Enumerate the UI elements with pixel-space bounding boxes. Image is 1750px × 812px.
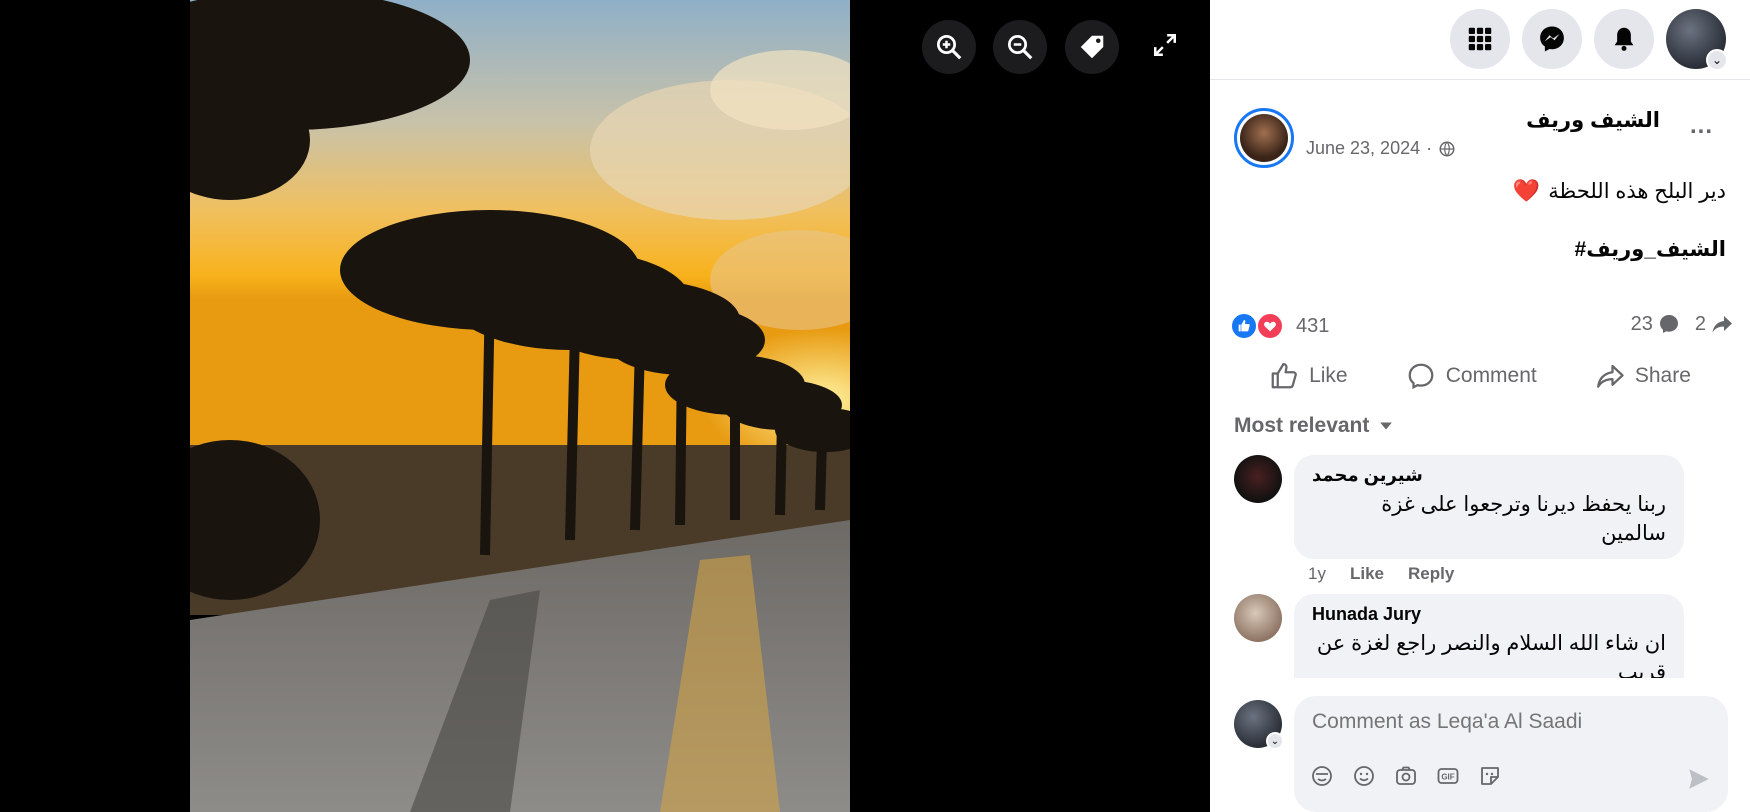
comment-bubble-icon [1659, 315, 1678, 333]
top-nav: ⌄ [1210, 0, 1750, 80]
zoom-in-icon [937, 35, 962, 60]
post-actions: Like Comment Share [1210, 355, 1750, 397]
tag-button[interactable] [1065, 20, 1119, 74]
engagement-counts: 23 2 [1631, 312, 1734, 336]
globe-icon [1439, 141, 1455, 156]
comment-bubble: شيرين محمد ربنا يحفظ ديرنا وترجعوا على غ… [1294, 455, 1684, 559]
comment-input[interactable] [1312, 710, 1692, 734]
camera-icon[interactable] [1394, 764, 1418, 788]
zoom-out-button[interactable] [993, 20, 1047, 74]
share-icon [1596, 364, 1624, 388]
current-user-avatar[interactable]: ⌄ [1234, 700, 1284, 750]
svg-text:GIF: GIF [1441, 773, 1454, 782]
fullscreen-button[interactable] [1148, 28, 1182, 62]
composer-tools: GIF [1310, 764, 1502, 788]
sticker-icon[interactable] [1478, 764, 1502, 788]
emoji-icon[interactable] [1352, 764, 1376, 788]
comment-time[interactable]: 1y [1308, 564, 1326, 584]
tag-icon [1080, 35, 1104, 59]
menu-button[interactable] [1450, 9, 1510, 69]
comment-box[interactable]: GIF [1294, 696, 1728, 812]
comment-text: ان شاء الله السلام والنصر راجع لغزة عن ق… [1316, 632, 1666, 678]
comment-count-link[interactable]: 23 [1631, 312, 1681, 336]
author-name[interactable]: الشيف وريف [1526, 108, 1660, 133]
like-label: Like [1309, 364, 1348, 387]
bell-icon [1614, 27, 1634, 51]
zoom-out-icon [1008, 35, 1033, 60]
avatar-sticker-icon[interactable] [1310, 764, 1334, 788]
comment-button[interactable]: Comment [1394, 355, 1549, 397]
share-count-link[interactable]: 2 [1695, 312, 1734, 336]
post-text-line: دير البلح هذه اللحظة [1548, 179, 1726, 203]
send-button[interactable] [1686, 766, 1712, 797]
share-button[interactable]: Share [1583, 355, 1703, 397]
messenger-icon [1540, 26, 1564, 52]
grid-icon [1468, 27, 1492, 51]
caret-down-icon [1380, 422, 1393, 430]
comment-reply-button[interactable]: Reply [1408, 564, 1454, 584]
comment-item: Hunada Jury ان شاء الله السلام والنصر را… [1234, 594, 1684, 678]
post-panel: ⌄ الشيف وريف ... June 23, 2024 · دير الب… [1210, 0, 1750, 812]
post-hashtag[interactable]: #الشيف_وريف [1575, 237, 1726, 262]
post-date[interactable]: June 23, 2024 [1306, 138, 1420, 159]
notifications-button[interactable] [1594, 9, 1654, 69]
commenter-name[interactable]: Hunada Jury [1312, 604, 1666, 625]
comment-like-button[interactable]: Like [1350, 564, 1384, 584]
like-reaction-icon [1230, 312, 1258, 340]
love-reaction-icon [1256, 312, 1284, 340]
thumbs-up-icon [1271, 363, 1297, 389]
post-text: دير البلح هذه اللحظة ❤️ [1513, 178, 1726, 204]
zoom-in-button[interactable] [922, 20, 976, 74]
send-icon [1689, 769, 1709, 789]
gif-icon[interactable]: GIF [1436, 764, 1460, 788]
like-button[interactable]: Like [1257, 355, 1360, 397]
post-photo [190, 0, 850, 812]
commenter-avatar[interactable] [1234, 594, 1282, 642]
photo-viewer [0, 0, 1210, 812]
comment-text: ربنا يحفظ ديرنا وترجعوا على غزة سالمين [1381, 493, 1666, 545]
messenger-button[interactable] [1522, 9, 1582, 69]
reaction-summary[interactable]: 431 [1230, 312, 1329, 340]
chevron-down-icon: ⌄ [1266, 732, 1284, 750]
reaction-count: 431 [1296, 314, 1330, 337]
chevron-down-icon: ⌄ [1706, 49, 1728, 71]
comment-sort-dropdown[interactable]: Most relevant [1234, 414, 1393, 438]
sort-label: Most relevant [1234, 414, 1370, 437]
post-meta: June 23, 2024 · [1306, 138, 1456, 159]
comment-label: Comment [1445, 364, 1537, 387]
author-avatar[interactable] [1234, 108, 1294, 168]
expand-icon [1154, 34, 1176, 56]
meta-separator: · [1426, 138, 1433, 158]
comment-item: شيرين محمد ربنا يحفظ ديرنا وترجعوا على غ… [1234, 455, 1684, 559]
comment-icon [1408, 363, 1434, 390]
commenter-name[interactable]: شيرين محمد [1312, 465, 1666, 486]
share-arrow-icon [1712, 316, 1732, 333]
more-options-button[interactable]: ... [1690, 112, 1713, 140]
commenter-avatar[interactable] [1234, 455, 1282, 503]
heart-emoji: ❤️ [1512, 178, 1541, 203]
comment-actions: 1y Like Reply [1308, 564, 1454, 584]
comment-count: 23 [1630, 312, 1653, 335]
share-label: Share [1634, 364, 1691, 387]
comment-composer: ⌄ GIF [1234, 696, 1728, 812]
share-count: 2 [1694, 312, 1706, 335]
comment-bubble: Hunada Jury ان شاء الله السلام والنصر را… [1294, 594, 1684, 678]
account-avatar[interactable]: ⌄ [1666, 9, 1728, 71]
